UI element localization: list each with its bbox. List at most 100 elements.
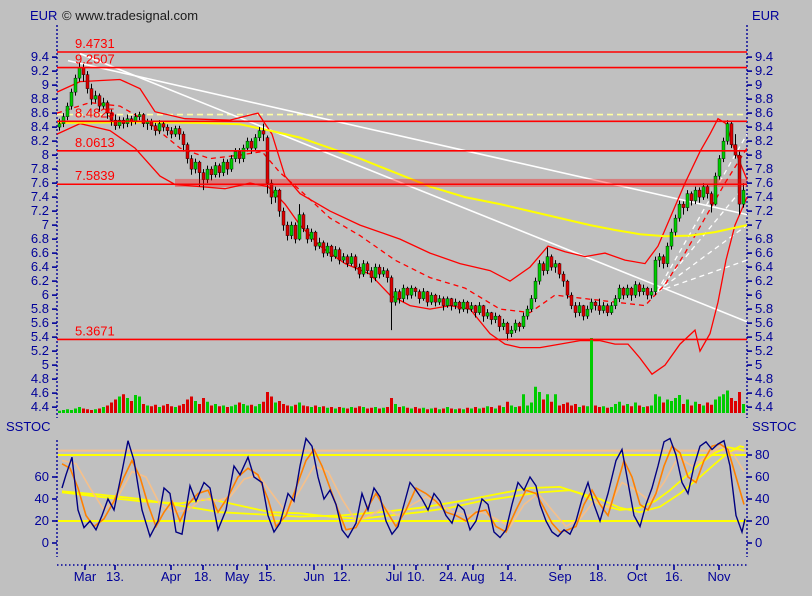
price-axis-label-right: 8.4	[755, 119, 773, 134]
volume-bar	[582, 405, 585, 413]
candle-body	[437, 298, 442, 303]
volume-bar	[286, 405, 289, 413]
copyright-text: © www.tradesignal.com	[62, 8, 199, 23]
volume-bar	[698, 404, 701, 413]
candle-body	[425, 291, 430, 303]
candle-body	[337, 249, 342, 261]
volume-bar	[150, 406, 153, 413]
volume-bar	[374, 407, 377, 413]
x-axis-date-label: 18.	[194, 569, 212, 584]
price-axis-label-right: 7	[755, 217, 762, 232]
candle-body	[325, 245, 330, 254]
candle-body	[717, 158, 722, 177]
volume-bar	[134, 395, 137, 413]
price-axis-label-left: 5	[42, 357, 49, 372]
volume-bar	[666, 399, 669, 413]
candle-body	[157, 123, 162, 131]
candle-body	[545, 256, 550, 271]
volume-bar	[702, 405, 705, 413]
candle-body	[141, 114, 146, 124]
candle-body	[429, 294, 434, 303]
volume-bar	[510, 405, 513, 413]
volume-bar	[258, 404, 261, 413]
candle-body	[513, 322, 518, 331]
price-axis-unit-left: EUR	[30, 8, 58, 23]
candle-body	[197, 161, 202, 173]
volume-bar	[174, 407, 177, 413]
price-axis-label-left: 8.2	[31, 133, 49, 148]
candle-body	[465, 301, 470, 310]
volume-bar	[370, 407, 373, 413]
volume-bar	[454, 409, 457, 413]
candle-body	[305, 228, 310, 240]
price-axis-label-left: 8.8	[31, 91, 49, 106]
volume-bar	[618, 401, 621, 413]
price-axis-label-left: 8.4	[31, 119, 49, 134]
candle-body	[481, 305, 486, 317]
price-axis-label-right: 9.4	[755, 49, 773, 64]
volume-bar	[386, 407, 389, 413]
candle-body	[489, 312, 494, 320]
sstoc-axis-label-right: 60	[755, 469, 769, 484]
mid-dashed-band-line	[56, 101, 748, 314]
candle-body	[677, 203, 682, 219]
price-axis-unit-right: EUR	[752, 8, 780, 23]
volume-bar	[566, 402, 569, 413]
candle-body	[285, 224, 290, 236]
volume-bar	[630, 406, 633, 413]
volume-bar	[366, 408, 369, 413]
volume-bar	[282, 404, 285, 413]
volume-bar	[474, 407, 477, 413]
price-axis-label-left: 6.6	[31, 245, 49, 260]
volume-bar	[650, 405, 653, 413]
volume-bar	[638, 405, 641, 413]
volume-bar	[166, 404, 169, 413]
candle-body	[137, 114, 142, 117]
volume-bar	[718, 396, 721, 413]
volume-bar	[274, 402, 277, 413]
level-label: 5.3671	[75, 323, 115, 338]
candle-body	[81, 67, 86, 75]
candle-body	[293, 224, 298, 240]
volume-bar	[518, 406, 521, 413]
volume-bar	[58, 410, 61, 413]
volume-bar	[710, 404, 713, 413]
candle-body	[673, 217, 678, 233]
volume-bar	[682, 404, 685, 413]
volume-bar	[394, 404, 397, 413]
candle-body	[169, 130, 174, 135]
volume-bar	[482, 407, 485, 413]
volume-bar	[118, 396, 121, 413]
candle-body	[681, 203, 686, 208]
candle-body	[385, 270, 390, 278]
price-axis-label-right: 7.2	[755, 203, 773, 218]
candle-body	[209, 168, 214, 175]
price-axis-label-left: 9.2	[31, 63, 49, 78]
price-axis-label-left: 7.8	[31, 161, 49, 176]
volume-bar	[358, 406, 361, 413]
volume-bar	[242, 404, 245, 413]
candle-body	[581, 305, 586, 317]
x-axis-date-label: 18.	[589, 569, 607, 584]
volume-bar	[442, 408, 445, 413]
candle-body	[317, 242, 322, 247]
volume-bar	[198, 404, 201, 413]
price-axis-label-left: 5.8	[31, 301, 49, 316]
price-axis-label-right: 6.2	[755, 273, 773, 288]
candle-body	[153, 125, 158, 131]
volume-bar	[506, 401, 509, 413]
price-axis-label-right: 4.6	[755, 385, 773, 400]
candle-body	[57, 123, 62, 128]
candle-body	[721, 140, 726, 159]
price-axis-label-right: 5.2	[755, 343, 773, 358]
candle-body	[693, 189, 698, 201]
volume-bar	[570, 405, 573, 413]
volume-bar	[94, 409, 97, 413]
level-highlight-band	[175, 178, 747, 187]
candle-body	[621, 287, 626, 296]
candle-body	[597, 305, 602, 311]
candle-body	[277, 189, 282, 212]
candle-body	[725, 123, 730, 142]
volume-bar	[170, 406, 173, 413]
chart-canvas[interactable]: 9.4 9.49.2 9.29 98.8 8.88.6 8.68.4 8.48.2 8.28 8…	[0, 0, 812, 596]
